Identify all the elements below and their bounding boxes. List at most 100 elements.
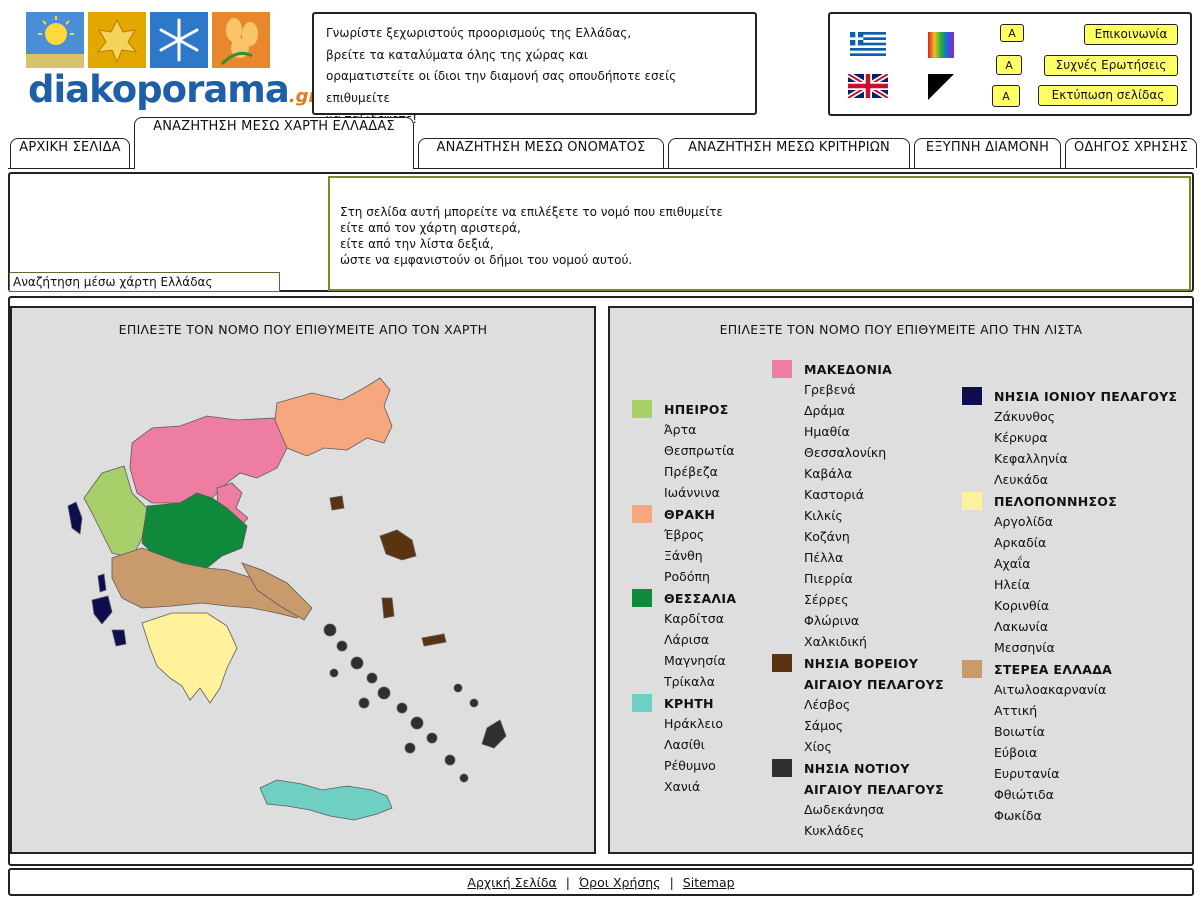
map-region-limnos[interactable] bbox=[329, 495, 345, 511]
intro-line: Γνωρίστε ξεχωριστούς προορισμούς της Ελλ… bbox=[326, 26, 632, 40]
prefecture-item[interactable]: Λάρισα bbox=[632, 629, 772, 650]
prefecture-item[interactable]: Χανιά bbox=[632, 776, 772, 797]
map-region-lefkada[interactable] bbox=[97, 573, 107, 593]
contrast-icon[interactable] bbox=[928, 74, 954, 100]
prefecture-item[interactable]: Λακωνία bbox=[962, 616, 1190, 637]
tab-user-guide[interactable]: ΟΔΗΓΟΣ ΧΡΗΣΗΣ bbox=[1065, 138, 1197, 168]
prefecture-item[interactable]: Σάμος bbox=[772, 715, 962, 736]
prefecture-item[interactable]: Χίος bbox=[772, 736, 962, 757]
prefecture-item[interactable]: Ηράκλειο bbox=[632, 713, 772, 734]
prefecture-item[interactable]: Φλώρινα bbox=[772, 610, 962, 631]
map-region-zakynthos[interactable] bbox=[111, 629, 127, 647]
map-region-kerkyra[interactable] bbox=[67, 501, 83, 535]
map-region-makedonia[interactable] bbox=[129, 415, 288, 504]
prefecture-item[interactable]: Τρίκαλα bbox=[632, 671, 772, 692]
greek-flag-icon[interactable] bbox=[848, 32, 888, 56]
prefecture-item[interactable]: Ευρυτανία bbox=[962, 763, 1190, 784]
prefecture-item[interactable]: Ζάκυνθος bbox=[962, 406, 1190, 427]
prefecture-item[interactable]: Θεσσαλονίκη bbox=[772, 442, 962, 463]
prefecture-item[interactable]: Αιτωλοακαρνανία bbox=[962, 679, 1190, 700]
tab-home[interactable]: ΑΡΧΙΚΗ ΣΕΛΙΔΑ bbox=[10, 138, 130, 168]
prefecture-item[interactable]: Εύβοια bbox=[962, 742, 1190, 763]
prefecture-item[interactable]: Ιωάννινα bbox=[632, 482, 772, 503]
contact-button[interactable]: Επικοινωνία bbox=[1084, 24, 1178, 45]
region-sterea[interactable]: ΣΤΕΡΕΑ ΕΛΛΑΔΑ bbox=[962, 658, 1190, 679]
prefecture-item[interactable]: Πρέβεζα bbox=[632, 461, 772, 482]
prefecture-item[interactable]: Λευκάδα bbox=[962, 469, 1190, 490]
prefecture-item[interactable]: Δωδεκάνησα bbox=[772, 799, 962, 820]
prefecture-item[interactable]: Καρδίτσα bbox=[632, 608, 772, 629]
prefecture-item[interactable]: Κορινθία bbox=[962, 595, 1190, 616]
tab-name-search[interactable]: ΑΝΑΖΗΤΗΣΗ ΜΕΣΩ ΟΝΟΜΑΤΟΣ bbox=[418, 138, 664, 168]
region-swatch bbox=[962, 387, 982, 405]
prefecture-item[interactable]: Αργολίδα bbox=[962, 511, 1190, 532]
prefecture-item[interactable]: Φθιώτιδα bbox=[962, 784, 1190, 805]
footer-home-link[interactable]: Αρχική Σελίδα bbox=[467, 875, 556, 890]
prefecture-item[interactable]: Αττική bbox=[962, 700, 1190, 721]
print-page-button[interactable]: Εκτύπωση σελίδας bbox=[1038, 85, 1178, 106]
footer-sitemap-link[interactable]: Sitemap bbox=[683, 875, 735, 890]
map-region-dodekanisa[interactable] bbox=[481, 719, 507, 749]
map-region-peloponnisos[interactable] bbox=[141, 612, 238, 704]
prefecture-item[interactable]: Δράμα bbox=[772, 400, 962, 421]
map-region-lesvos[interactable] bbox=[379, 529, 417, 561]
prefecture-item[interactable]: Φωκίδα bbox=[962, 805, 1190, 826]
prefecture-item[interactable]: Λασίθι bbox=[632, 734, 772, 755]
prefecture-item[interactable]: Μαγνησία bbox=[632, 650, 772, 671]
region-makedonia[interactable]: ΜΑΚΕΔΟΝΙΑ bbox=[772, 358, 962, 379]
prefecture-item[interactable]: Κοζάνη bbox=[772, 526, 962, 547]
footer-terms-link[interactable]: Όροι Χρήσης bbox=[579, 875, 661, 890]
region-name: ΑΙΓΑΙΟΥ ΠΕΛΑΓΟΥΣ bbox=[804, 782, 944, 797]
prefecture-item[interactable]: Ξάνθη bbox=[632, 545, 772, 566]
region-ipeiros[interactable]: ΗΠΕΙΡΟΣ bbox=[632, 398, 772, 419]
prefecture-item[interactable]: Καστοριά bbox=[772, 484, 962, 505]
prefecture-item[interactable]: Έβρος bbox=[632, 524, 772, 545]
prefecture-item[interactable]: Θεσπρωτία bbox=[632, 440, 772, 461]
font-size-large-button[interactable]: A bbox=[992, 85, 1020, 107]
map-region-chios[interactable] bbox=[381, 597, 395, 619]
font-size-medium-button[interactable]: A bbox=[996, 55, 1022, 75]
prefecture-item[interactable]: Ρέθυμνο bbox=[632, 755, 772, 776]
tab-smart-stay[interactable]: ΕΞΥΠΝΗ ΔΙΑΜΟΝΗ bbox=[914, 138, 1061, 168]
prefecture-item[interactable]: Αρκαδία bbox=[962, 532, 1190, 553]
prefecture-item[interactable]: Σέρρες bbox=[772, 589, 962, 610]
region-name: ΠΕΛΟΠΟΝΝΗΣΟΣ bbox=[994, 494, 1118, 509]
map-region-kriti[interactable] bbox=[259, 779, 393, 821]
region-thessalia[interactable]: ΘΕΣΣΑΛΙΑ bbox=[632, 587, 772, 608]
site-logo[interactable]: diakoporama.gr bbox=[26, 12, 317, 112]
prefecture-item[interactable]: Άρτα bbox=[632, 419, 772, 440]
color-scheme-icon[interactable] bbox=[928, 32, 954, 58]
region-peloponnisos[interactable]: ΠΕΛΟΠΟΝΝΗΣΟΣ bbox=[962, 490, 1190, 511]
tab-criteria-search[interactable]: ΑΝΑΖΗΤΗΣΗ ΜΕΣΩ ΚΡΙΤΗΡΙΩΝ bbox=[668, 138, 910, 168]
prefecture-item[interactable]: Λέσβος bbox=[772, 694, 962, 715]
map-region-thraki[interactable] bbox=[273, 377, 393, 457]
region-kriti[interactable]: ΚΡΗΤΗ bbox=[632, 692, 772, 713]
footer: Αρχική Σελίδα | Όροι Χρήσης | Sitemap bbox=[8, 868, 1194, 896]
region-ionio[interactable]: ΝΗΣΙΑ ΙΟΝΙΟΥ ΠΕΛΑΓΟΥΣ bbox=[962, 385, 1190, 406]
prefecture-item[interactable]: Μεσσηνία bbox=[962, 637, 1190, 658]
prefecture-item[interactable]: Γρεβενά bbox=[772, 379, 962, 400]
tab-map-search[interactable]: ΑΝΑΖΗΤΗΣΗ ΜΕΣΩ ΧΑΡΤΗ ΕΛΛΑΔΑΣ bbox=[134, 117, 414, 169]
prefecture-item[interactable]: Κέρκυρα bbox=[962, 427, 1190, 448]
region-notio-aigaio[interactable]: ΝΗΣΙΑ ΝΟΤΙΟΥ ΑΙΓΑΙΟΥ ΠΕΛΑΓΟΥΣ bbox=[772, 757, 962, 799]
prefecture-item[interactable]: Πιερρία bbox=[772, 568, 962, 589]
prefecture-item[interactable]: Πέλλα bbox=[772, 547, 962, 568]
prefecture-item[interactable]: Καβάλα bbox=[772, 463, 962, 484]
faq-button[interactable]: Συχνές Ερωτήσεις bbox=[1044, 55, 1178, 76]
region-voreio-aigaio[interactable]: ΝΗΣΙΑ ΒΟΡΕΙΟΥ ΑΙΓΑΙΟΥ ΠΕΛΑΓΟΥΣ bbox=[772, 652, 962, 694]
map-region-kefallinia[interactable] bbox=[91, 595, 113, 625]
prefecture-item[interactable]: Ηλεία bbox=[962, 574, 1190, 595]
prefecture-item[interactable]: Κεφαλληνία bbox=[962, 448, 1190, 469]
map-region-samos[interactable] bbox=[421, 633, 447, 647]
prefecture-item[interactable]: Ροδόπη bbox=[632, 566, 772, 587]
region-thraki[interactable]: ΘΡΑΚΗ bbox=[632, 503, 772, 524]
prefecture-item[interactable]: Ημαθία bbox=[772, 421, 962, 442]
prefecture-item[interactable]: Βοιωτία bbox=[962, 721, 1190, 742]
font-size-small-button[interactable]: A bbox=[1000, 24, 1024, 42]
prefecture-item[interactable]: Αχαΐα bbox=[962, 553, 1190, 574]
prefecture-item[interactable]: Χαλκιδική bbox=[772, 631, 962, 652]
prefecture-item[interactable]: Κυκλάδες bbox=[772, 820, 962, 841]
breadcrumb[interactable]: Αναζήτηση μέσω χάρτη Ελλάδας bbox=[9, 272, 280, 292]
prefecture-item[interactable]: Κιλκίς bbox=[772, 505, 962, 526]
uk-flag-icon[interactable] bbox=[848, 74, 888, 98]
